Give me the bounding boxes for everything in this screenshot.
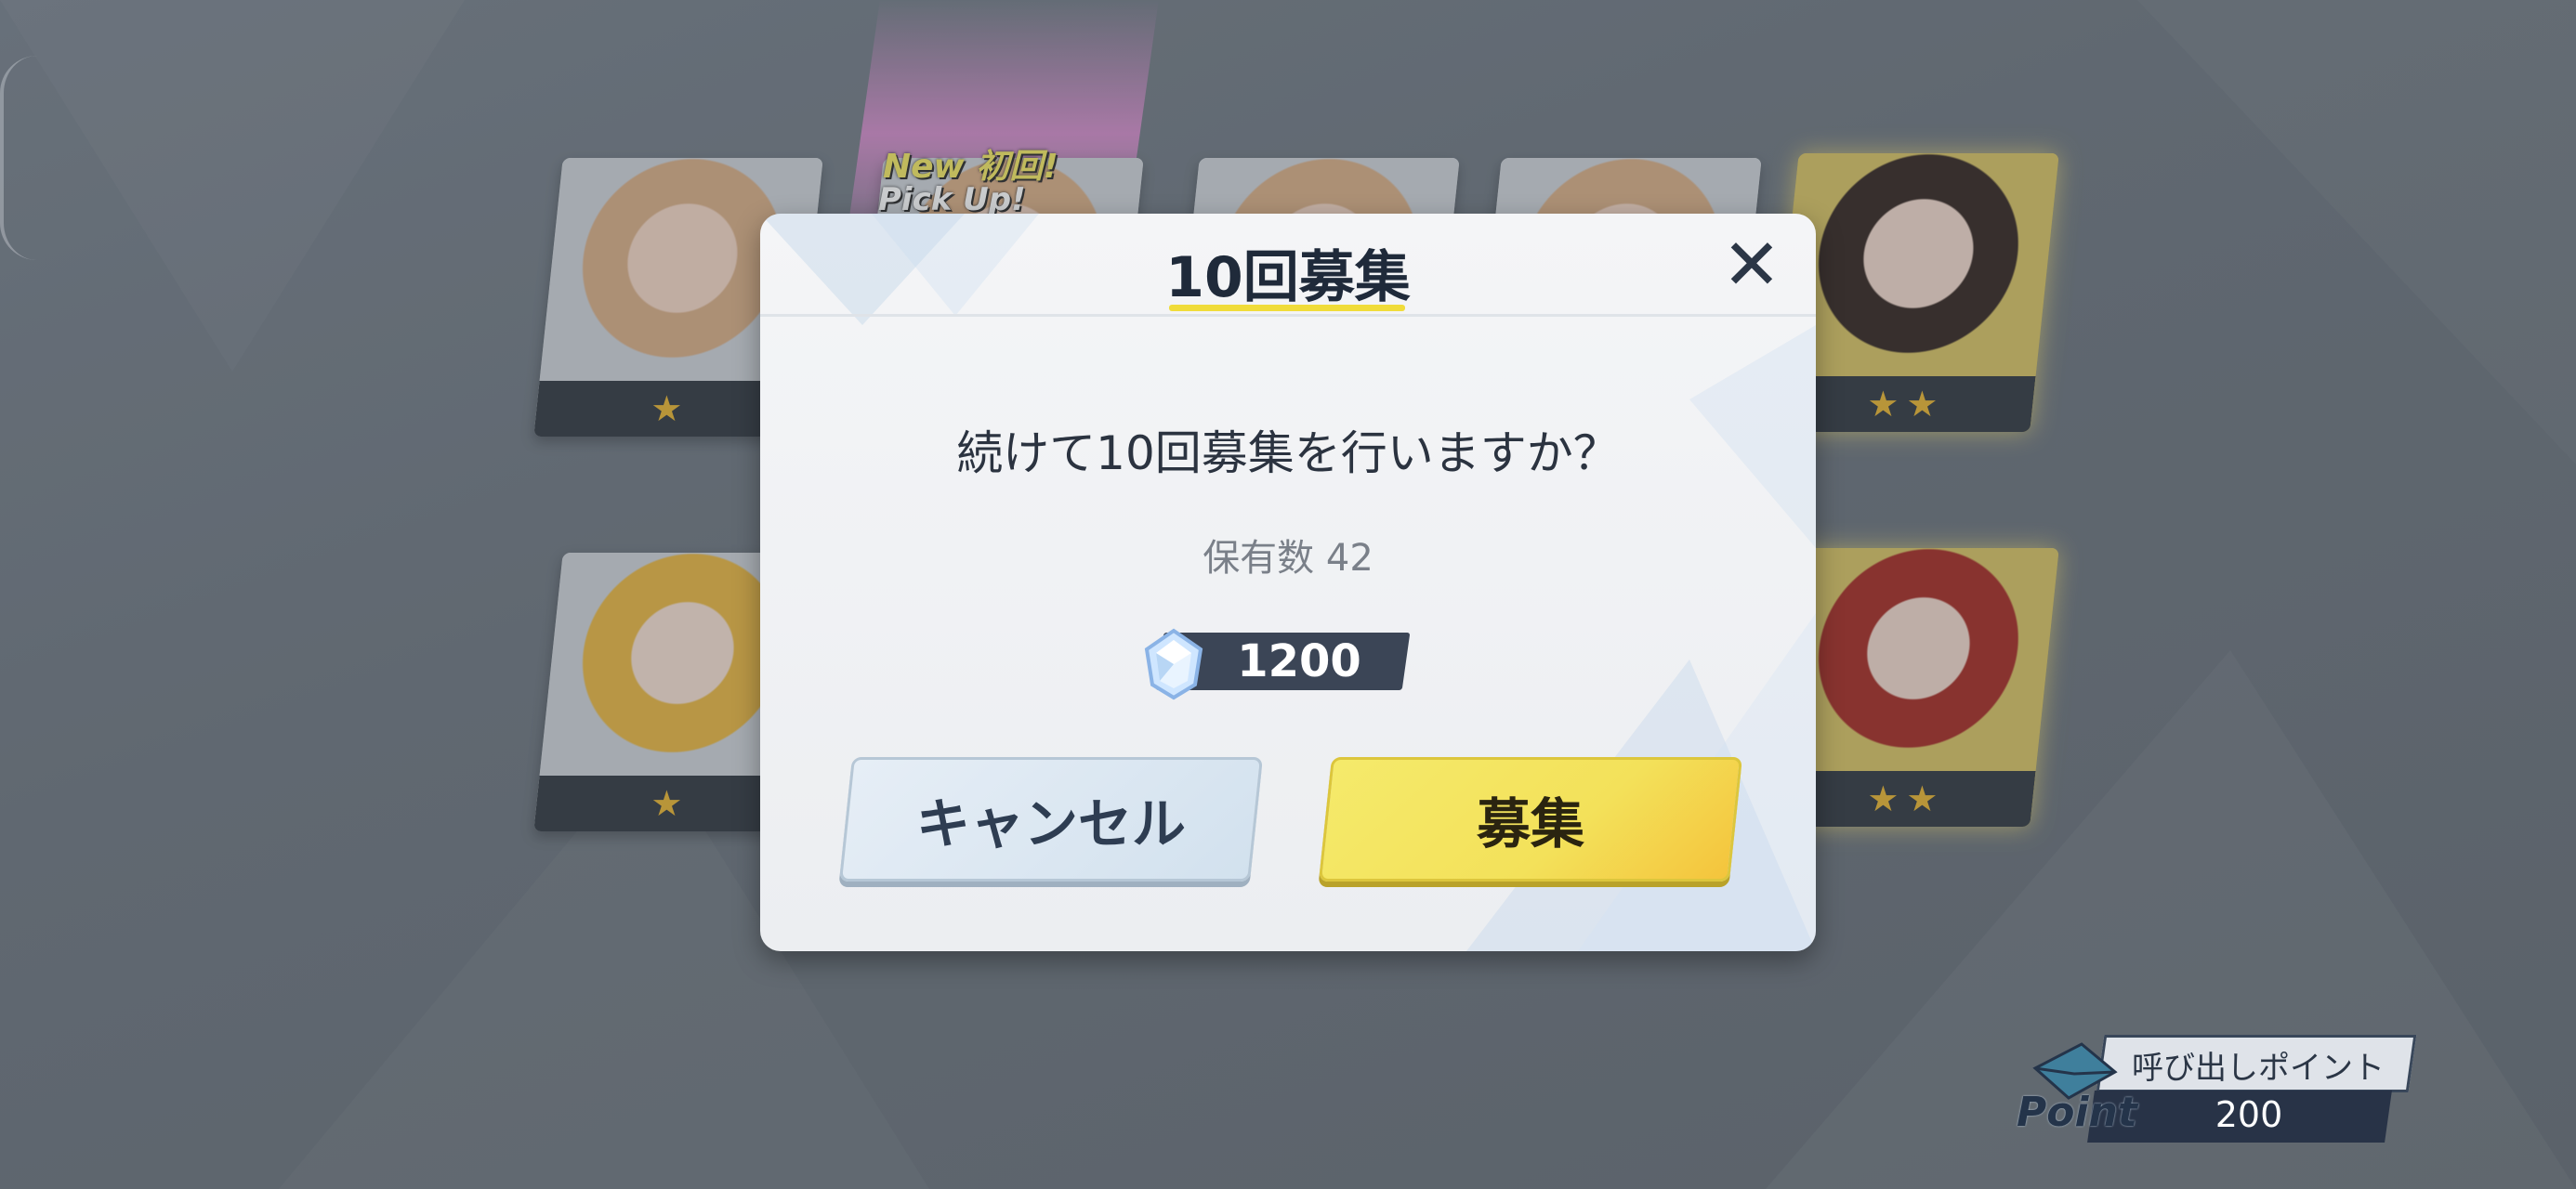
cancel-button-label: キャンセル — [915, 792, 1186, 856]
cancel-button[interactable]: キャンセル — [838, 757, 1264, 882]
close-icon[interactable]: ✕ — [1719, 229, 1784, 300]
point-word: Point — [2017, 1089, 2137, 1136]
recruit-button-label: 募集 — [1476, 792, 1584, 856]
cost-display: 1200 — [1141, 627, 1420, 700]
recruit-dialog: 10回募集 ✕ 続けて10回募集を行いますか？ 保有数 42 1200 キャンセ… — [760, 214, 1816, 951]
cost-value: 1200 — [1237, 635, 1361, 687]
title-divider — [760, 314, 1816, 317]
recruit-button[interactable]: 募集 — [1318, 757, 1743, 882]
point-value: 200 — [2215, 1094, 2283, 1135]
point-label: 呼び出しポイント — [2132, 1050, 2385, 1087]
confirm-question: 続けて10回募集を行いますか？ — [956, 426, 1620, 480]
call-point-widget[interactable]: 呼び出しポイント 200 Point — [2017, 1033, 2417, 1154]
owned-count: 保有数 42 — [1203, 537, 1373, 580]
dialog-title: 10回募集 — [1165, 245, 1411, 310]
title-underline — [1169, 305, 1405, 311]
